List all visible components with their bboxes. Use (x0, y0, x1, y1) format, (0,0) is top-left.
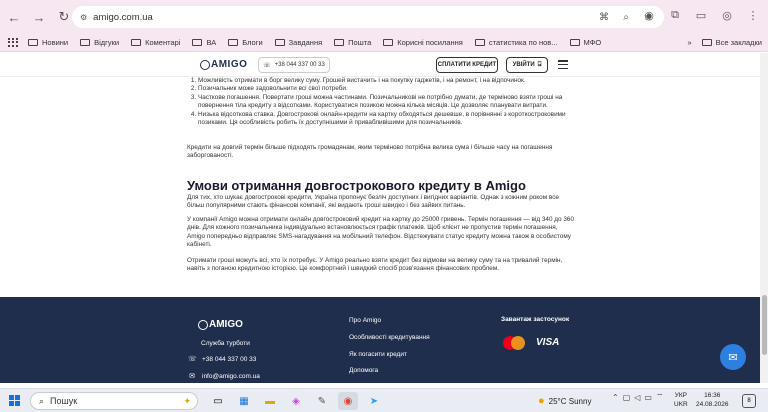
bookmarks-bar: Новини Відгуки Коментарі ВА Блоги Завдан… (0, 34, 768, 52)
page-scrollbar[interactable] (760, 53, 768, 383)
bookmark-folder[interactable]: Відгуки (80, 38, 119, 47)
list-item: Часткове погашення. Повертати гроші можн… (198, 94, 570, 111)
list-item: Низька відсоткова ставка. Довгострокові … (198, 111, 570, 128)
phone-button[interactable]: ☏ +38 044 337 00 33 (258, 57, 330, 73)
bookmark-folder[interactable]: Корисні посилання (383, 38, 463, 47)
menu-icon[interactable]: ⋮ (744, 6, 762, 24)
footer-link-features[interactable]: Особливості кредитування (349, 334, 430, 341)
zoom-icon[interactable]: ⌕ (618, 9, 634, 25)
folder-icon (192, 39, 203, 46)
search-highlight-icon: ✦ (183, 395, 191, 406)
paragraph: Кредити на довгий термін більше підходят… (187, 144, 553, 160)
apps-grid-icon[interactable] (8, 37, 18, 48)
folder-icon (274, 39, 285, 46)
app-download-title: Завантаж застосунок (501, 316, 570, 323)
site-info-icon[interactable]: ⚙ (80, 13, 87, 22)
mastercard-icon (503, 336, 525, 350)
pay-credit-button[interactable]: СПЛАТИТИ КРЕДИТ (436, 57, 498, 73)
weather-widget[interactable]: ● 25°C Sunny (538, 392, 591, 410)
folder-icon (80, 39, 91, 46)
language-indicator[interactable]: УКР UKR (674, 391, 688, 409)
folder-icon (131, 39, 142, 46)
file-explorer-icon[interactable]: ▬ (260, 392, 280, 410)
bookmark-folder[interactable]: статистика по нов... (474, 38, 558, 47)
support-label: Служба турботи (201, 340, 250, 347)
login-icon: ⍈ (537, 61, 542, 68)
list-item: Позичальник може задовольнити всі свої п… (198, 85, 570, 93)
folder-icon (569, 39, 580, 46)
footer-link-about[interactable]: Про Amigo (349, 317, 381, 324)
paragraph: Для тих, хто шукає довгострокові кредити… (187, 194, 559, 210)
translate-icon[interactable]: ⌘ (596, 9, 612, 25)
article-content: Можливість отримати в борг велику суму. … (0, 77, 760, 297)
site-logo[interactable]: AMIGO (200, 59, 247, 70)
bookmark-folder[interactable]: Завдання (274, 38, 322, 47)
tray-arrow-icon[interactable]: ⌃ (612, 393, 619, 402)
section-heading: Умови отримання довгострокового кредиту … (187, 178, 526, 193)
bookmark-folder[interactable]: Новини (28, 38, 68, 47)
paragraph: Отримати гроші можуть всі, хто їх потреб… (187, 257, 563, 273)
bookmark-folder[interactable]: Пошта (334, 38, 371, 47)
footer-email[interactable]: ✉ info@amigo.com.ua (188, 372, 260, 380)
folder-icon (701, 39, 712, 46)
windows-start-icon[interactable] (9, 395, 20, 406)
chat-widget-button[interactable]: ✉ (720, 344, 746, 370)
visa-logo: VISA (536, 337, 560, 348)
hamburger-menu-icon[interactable] (558, 60, 568, 69)
copilot-icon[interactable]: ◈ (286, 392, 306, 410)
wifi-icon[interactable]: ⌔ (656, 392, 664, 402)
site-header: AMIGO ☏ +38 044 337 00 33 СПЛАТИТИ КРЕДИ… (0, 53, 768, 77)
notifications-button[interactable]: 8 (742, 394, 756, 408)
bookmark-folder[interactable]: Коментарі (131, 38, 180, 47)
chrome-icon[interactable]: ◉ (338, 392, 358, 410)
taskbar-search-input[interactable]: ⌕ Пошук ✦ (30, 392, 198, 410)
volume-icon[interactable]: ◁ (634, 393, 640, 402)
phone-icon: ☏ (188, 356, 197, 363)
chat-icon: ✉ (728, 351, 738, 364)
paragraph: У компанії Amigo можна отримати онлайн д… (187, 216, 575, 249)
weather-sun-icon: ● (538, 395, 545, 407)
mail-icon: ✉ (189, 373, 195, 380)
bookmark-folder[interactable]: Блоги (228, 38, 263, 47)
folder-icon (383, 39, 394, 46)
folder-icon (28, 39, 38, 46)
task-view-icon[interactable]: ▭ (208, 392, 228, 410)
footer-link-repay[interactable]: Як погасити кредит (349, 351, 407, 358)
microsoft-store-icon[interactable]: ▦ (234, 392, 254, 410)
login-button[interactable]: УВІЙТИ ⍈ (506, 57, 548, 73)
browser-toolbar: ← → ↻ ⚙ amigo.com.ua ⌘ ⌕ ☆ ◉ ⧉ ▭ ◎ ⋮ (0, 0, 768, 34)
bookmark-folder[interactable]: МФО (569, 38, 601, 47)
back-icon[interactable]: ← (3, 6, 25, 28)
telegram-icon[interactable]: ➤ (364, 392, 384, 410)
all-bookmarks-folder[interactable]: Все закладки (701, 38, 762, 47)
site-footer: AMIGO Служба турботи ☏ +38 044 337 00 33 … (0, 297, 760, 390)
battery-icon[interactable]: ▭ (644, 393, 652, 402)
scrollbar-thumb[interactable] (762, 295, 767, 355)
footer-phone[interactable]: ☏ +38 044 337 00 33 (188, 355, 256, 363)
notes-app-icon[interactable]: ✎ (312, 392, 332, 410)
folder-icon (474, 39, 485, 46)
profile-icon[interactable]: ◎ (718, 6, 736, 24)
extensions-icon[interactable]: ⧉ (666, 6, 684, 24)
footer-link-help[interactable]: Допомога (349, 367, 378, 374)
logo-mark-icon (200, 59, 210, 70)
phone-icon: ☏ (263, 62, 271, 69)
bookmarks-more-button[interactable]: » (687, 38, 691, 47)
footer-logo[interactable]: AMIGO (198, 319, 243, 330)
forward-icon[interactable]: → (28, 6, 50, 28)
sidebar-icon[interactable]: ▭ (692, 6, 710, 24)
folder-icon (228, 39, 239, 46)
network-icon[interactable]: ▢ (623, 393, 631, 402)
extension-color-icon[interactable]: ◉ (640, 6, 658, 24)
windows-taskbar: ⌕ Пошук ✦ ▭ ▦ ▬ ◈ ✎ ◉ ➤ ● 25°C Sunny ⌃ ▢… (0, 388, 768, 412)
benefits-list: Можливість отримати в борг велику суму. … (190, 77, 570, 127)
url-text: amigo.com.ua (93, 11, 153, 23)
logo-mark-icon (198, 319, 208, 330)
address-bar[interactable]: ⚙ amigo.com.ua ⌘ ⌕ ☆ (72, 6, 664, 28)
search-icon: ⌕ (39, 395, 45, 406)
clock[interactable]: 16:36 24.08.2026 (696, 391, 729, 409)
folder-icon (334, 39, 345, 46)
bookmark-folder[interactable]: ВА (192, 38, 216, 47)
